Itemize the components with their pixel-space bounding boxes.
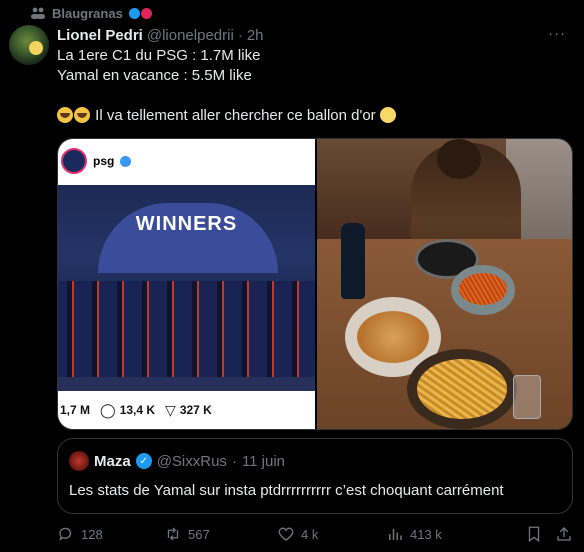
full-moon-icon — [379, 107, 396, 123]
quoted-tweet-time[interactable]: 11 juin — [242, 453, 285, 470]
send-icon: ▽ — [165, 401, 176, 418]
views-icon — [389, 528, 402, 540]
tweet-time[interactable]: 2h — [247, 27, 264, 44]
quoted-tweet[interactable]: Maza ✓ @SixxRus · 11 juin Les stats de Y… — [57, 438, 573, 514]
reply-icon — [59, 527, 72, 541]
tweet-media[interactable]: psg WINNERS 1,7 M ◯ 13,4 K ▽ 327 K — [57, 138, 573, 430]
reply-button[interactable]: 128 — [57, 525, 103, 543]
community-name: Blaugranas — [52, 5, 123, 21]
quoted-author-handle[interactable]: @SixxRus — [157, 453, 227, 470]
author-handle[interactable]: @lionelpedrii — [147, 27, 234, 44]
views-button[interactable]: 413 k — [386, 525, 442, 543]
like-button[interactable]: 4 k — [277, 525, 318, 543]
winners-banner: WINNERS — [135, 213, 238, 235]
tweet-actions: 128 567 4 k 413 k — [57, 524, 573, 544]
instagram-verified-icon — [120, 155, 132, 167]
author-name[interactable]: Lionel Pedri — [57, 27, 143, 44]
tweet-line-3-empty — [57, 86, 570, 106]
instagram-comments: 13,4 K — [119, 403, 156, 417]
instagram-stats: 1,7 M ◯ 13,4 K ▽ 327 K — [58, 391, 315, 429]
media-image-psg-post[interactable]: psg WINNERS 1,7 M ◯ 13,4 K ▽ 327 K — [58, 139, 315, 429]
instagram-likes: 1,7 M — [60, 403, 91, 417]
share-icon — [557, 527, 571, 541]
reply-count: 128 — [81, 526, 103, 542]
winners-photo: WINNERS — [58, 185, 315, 391]
like-count: 4 k — [301, 526, 319, 542]
tweet-header: Lionel Pedri @lionelpedrii · 2h — [57, 25, 574, 45]
more-options-icon[interactable]: ··· — [548, 25, 566, 42]
quoted-separator: · — [231, 452, 237, 470]
repost-count: 567 — [188, 526, 210, 542]
repost-icon — [167, 527, 179, 541]
author-avatar[interactable] — [9, 25, 49, 65]
instagram-account-name: psg — [93, 154, 115, 168]
community-badge-icon — [128, 7, 152, 19]
instagram-shares: 327 K — [179, 403, 212, 417]
bookmark-button[interactable] — [525, 525, 543, 543]
heart-icon — [278, 527, 294, 541]
verified-badge-icon: ✓ — [135, 453, 152, 469]
share-button[interactable] — [555, 525, 573, 543]
comment-icon: ◯ — [100, 401, 116, 418]
tweet-line-4: Il va tellement aller chercher ce ballon… — [57, 106, 570, 126]
instagram-post-header: psg — [58, 139, 315, 183]
quoted-tweet-text: Les stats de Yamal sur insta ptdrrrrrrrr… — [69, 482, 504, 499]
repost-button[interactable]: 567 — [164, 525, 210, 543]
psg-avatar — [61, 148, 87, 174]
crying-face-icon — [57, 107, 73, 123]
header-separator: · — [237, 26, 243, 44]
bookmark-icon — [528, 526, 540, 543]
quoted-tweet-header: Maza ✓ @SixxRus · 11 juin — [69, 451, 285, 471]
quoted-author-name[interactable]: Maza — [94, 453, 131, 470]
quoted-author-avatar[interactable] — [69, 451, 89, 471]
media-image-dinner[interactable] — [317, 139, 572, 429]
tweet-line-4-text: Il va tellement aller chercher ce ballon… — [95, 107, 376, 124]
tweet-line-2: Yamal en vacance : 5.5M like — [57, 67, 252, 84]
tweet-text: La 1ere C1 du PSG : 1.7M like Yamal en v… — [57, 46, 570, 126]
community-icon — [31, 7, 45, 19]
tweet-line-1: La 1ere C1 du PSG : 1.7M like — [57, 47, 261, 64]
crying-face-icon — [74, 107, 90, 123]
community-label[interactable]: Blaugranas — [30, 5, 152, 21]
views-count: 413 k — [410, 526, 442, 542]
